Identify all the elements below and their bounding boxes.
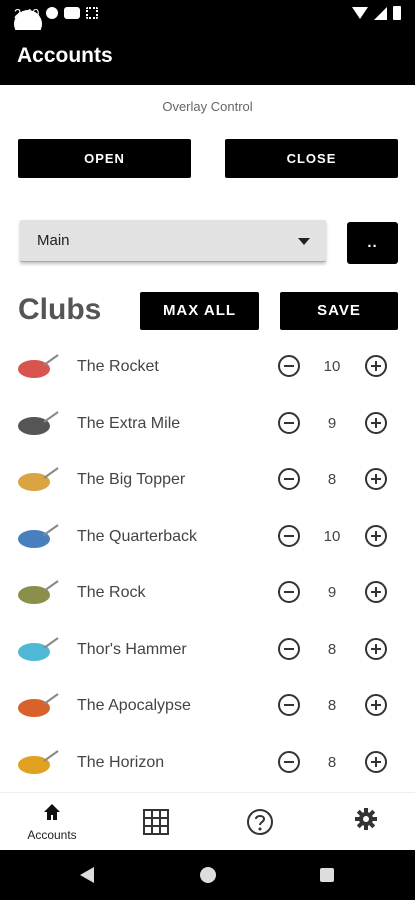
club-row: The Rock 9 [0,575,415,631]
system-navigation-bar [0,850,415,900]
club-head-shape [18,699,50,717]
club-count: 8 [327,697,337,714]
club-head-icon [18,580,59,604]
club-count: 9 [327,415,337,432]
club-count: 8 [327,471,337,488]
decrement-button[interactable] [278,412,300,434]
battery-icon [393,6,401,20]
account-dropdown[interactable]: Main [20,220,326,262]
club-name: The Apocalypse [77,697,191,714]
club-name: The Quarterback [77,528,198,545]
recents-icon[interactable] [320,868,334,882]
club-head-shape [18,756,50,774]
increment-button[interactable] [365,694,387,716]
club-name: The Extra Mile [77,415,181,432]
max-all-button[interactable]: MAX ALL [140,292,259,330]
increment-button[interactable] [365,355,387,377]
home-circle-icon[interactable] [200,867,216,883]
nav-item-label: Accounts [27,828,77,842]
club-head-shape [18,473,50,491]
account-dropdown-value: Main [37,232,70,249]
club-head-icon [18,637,59,661]
overlay-control-label: Overlay Control [162,99,253,114]
decrement-button[interactable] [278,751,300,773]
main-content: Overlay Control OPEN CLOSE Main .. Clubs… [0,85,415,792]
decrement-button[interactable] [278,355,300,377]
club-head-icon [18,467,59,491]
club-name: The Big Topper [77,471,186,488]
club-row: The Rocket 10 [0,349,415,405]
nav-item-settings[interactable] [354,793,378,851]
help-icon [247,809,273,835]
back-icon[interactable] [80,867,94,883]
increment-button[interactable] [365,638,387,660]
increment-button[interactable] [365,751,387,773]
club-name: The Rocket [77,358,159,375]
increment-button[interactable] [365,581,387,603]
club-count: 8 [327,754,337,771]
wifi-icon [352,7,368,19]
nav-item-accounts[interactable]: Accounts [22,793,82,851]
save-button[interactable]: SAVE [280,292,398,330]
app-bar: Accounts [0,30,415,85]
decrement-button[interactable] [278,525,300,547]
nav-item-grid[interactable] [143,793,169,851]
decrement-button[interactable] [278,581,300,603]
video-notification-icon [64,7,80,19]
nav-item-help[interactable] [246,793,274,851]
dropdown-arrow-icon [298,238,310,245]
grid-icon [143,809,169,835]
decrement-button[interactable] [278,638,300,660]
notification-icons [46,7,98,19]
club-name: The Rock [77,584,146,601]
clubs-heading: Clubs [18,293,102,326]
club-row: The Apocalypse 8 [0,688,415,744]
club-head-shape [18,360,50,378]
signal-icon [374,6,387,20]
increment-button[interactable] [365,412,387,434]
club-name: The Horizon [77,754,165,771]
club-row: Thor's Hammer 8 [0,632,415,688]
club-name: Thor's Hammer [77,641,187,658]
app-notification-icon [86,7,98,19]
increment-button[interactable] [365,468,387,490]
club-head-shape [18,530,50,548]
club-row: The Big Topper 8 [0,462,415,518]
club-count: 9 [327,584,337,601]
club-head-icon [18,354,59,378]
decrement-button[interactable] [278,694,300,716]
status-bar: 2:40 [0,0,415,38]
club-head-shape [18,417,50,435]
home-icon [44,804,60,820]
club-count: 10 [323,358,341,375]
more-options-button[interactable]: .. [347,222,398,264]
club-head-icon [18,750,59,774]
club-head-icon [18,693,59,717]
page-title: Accounts [17,44,113,67]
chat-notification-icon [46,7,58,19]
club-head-icon [18,524,59,548]
bottom-navigation: Accounts [0,792,415,850]
club-head-shape [18,586,50,604]
club-count: 10 [323,528,341,545]
club-head-shape [18,643,50,661]
close-button[interactable]: CLOSE [225,139,398,178]
club-head-icon [18,411,59,435]
club-row: The Extra Mile 9 [0,406,415,462]
settings-icon [355,808,377,830]
decrement-button[interactable] [278,468,300,490]
club-row: The Quarterback 10 [0,519,415,575]
system-status-icons [352,6,401,20]
increment-button[interactable] [365,525,387,547]
club-count: 8 [327,641,337,658]
open-button[interactable]: OPEN [18,139,191,178]
club-row: The Horizon 8 [0,745,415,792]
